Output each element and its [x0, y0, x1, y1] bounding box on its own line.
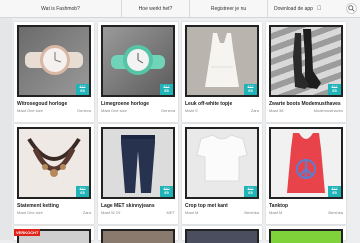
price-badge: €10 €5 — [160, 186, 173, 197]
price-badge: €12 €5 — [244, 84, 257, 95]
price-badge: €12 €5 — [244, 186, 257, 197]
old-price: €12 — [163, 85, 170, 89]
nav-link-register[interactable]: Registreer je nu — [190, 0, 268, 17]
listing-card[interactable]: €12 €5 Tanktop Maat M Bershka — [266, 124, 346, 224]
listing-size: Maat One size — [17, 210, 43, 215]
nav-link-how-it-works[interactable]: Hoe werkt het? — [122, 0, 190, 17]
listing-photo[interactable]: €12 €5 — [185, 25, 259, 97]
old-price: €12 — [247, 187, 254, 191]
download-app-label: Download de app — [274, 5, 313, 12]
listing-card[interactable]: €12 €5 Crop top met kant Maat M Bershka — [182, 124, 262, 224]
listing-card[interactable]: €12 €5 Limegroene horloge Maat One size … — [98, 22, 178, 122]
price-badge: €10 €5 — [76, 186, 89, 197]
listing-size: Maat 38 — [269, 108, 284, 113]
listing-size: Maat M — [185, 210, 199, 215]
current-price: €5 — [248, 190, 253, 195]
listing-title[interactable]: Zwarte boots Modemusthaves — [269, 101, 341, 107]
left-gutter — [0, 18, 12, 240]
listing-photo[interactable] — [269, 229, 343, 243]
listing-brand: MET — [166, 210, 175, 215]
listing-card[interactable]: €12 €5 Zwarte boots Modemusthaves Maat 3… — [266, 22, 346, 122]
listing-brand: Zara — [250, 108, 259, 113]
listing-title[interactable]: Crop top met kant — [185, 203, 228, 209]
price-badge: €12 €5 — [328, 84, 341, 95]
listing-title[interactable]: Lage MET skinnyjeans — [101, 203, 155, 209]
listing-photo[interactable] — [101, 229, 175, 243]
price-badge: €12 €5 — [160, 84, 173, 95]
listing-photo[interactable]: €12 €5 — [269, 25, 343, 97]
listing-brand: Geneva — [76, 108, 91, 113]
listing-card[interactable]: €10 €5 Statement ketting Maat One size Z… — [14, 124, 94, 224]
search-button[interactable] — [346, 3, 357, 14]
listing-card[interactable] — [266, 226, 346, 243]
listing-photo[interactable]: €12 €5 — [269, 127, 343, 199]
top-navigation-bar: Wat is Fashmob? Hoe werkt het? Registree… — [0, 0, 360, 18]
listing-photo[interactable]: €10 €5 — [101, 127, 175, 199]
listing-size: Maat S — [185, 108, 198, 113]
listing-title[interactable]: Tanktop — [269, 203, 288, 209]
listing-title[interactable]: Limegroene horloge — [101, 101, 149, 107]
listing-size: Maat One size — [101, 108, 127, 113]
old-price: €12 — [247, 85, 254, 89]
listing-title[interactable]: Leuk off-white topje — [185, 101, 232, 107]
listing-card[interactable] — [98, 226, 178, 243]
current-price: €5 — [164, 88, 169, 93]
current-price: €5 — [332, 88, 337, 93]
sold-badge: VERKOCHT — [14, 229, 41, 236]
listing-brand: Bershka — [328, 210, 343, 215]
apple-icon:  — [317, 6, 322, 12]
old-price: €12 — [79, 85, 86, 89]
listing-size: Maat One size — [17, 108, 43, 113]
old-price: €10 — [163, 187, 170, 191]
listing-card[interactable]: €12 €5 Witrosegoud horloge Maat One size… — [14, 22, 94, 122]
listing-brand: Geneva — [160, 108, 175, 113]
listing-title[interactable]: Statement ketting — [17, 203, 59, 209]
current-price: €5 — [248, 88, 253, 93]
listing-photo[interactable]: €12 €5 — [101, 25, 175, 97]
listing-photo[interactable]: €12 €5 — [185, 127, 259, 199]
old-price: €12 — [331, 85, 338, 89]
current-price: €5 — [80, 88, 85, 93]
listing-photo[interactable] — [185, 229, 259, 243]
listing-card[interactable] — [182, 226, 262, 243]
listing-card[interactable]: €10 €5 Lage MET skinnyjeans Maat W 29 ME… — [98, 124, 178, 224]
current-price: €5 — [332, 190, 337, 195]
listing-brand: Bershka — [244, 210, 259, 215]
listing-photo[interactable]: €10 €5 — [17, 127, 91, 199]
listing-card[interactable]: VERKOCHT — [14, 226, 94, 243]
listing-photo[interactable]: €12 €5 — [17, 25, 91, 97]
price-badge: €12 €5 — [76, 84, 89, 95]
listing-brand: Modemusthaves — [313, 108, 343, 113]
nav-link-what-is-fashmob[interactable]: Wat is Fashmob? — [0, 0, 122, 17]
old-price: €12 — [331, 187, 338, 191]
listing-brand: Zara — [82, 210, 91, 215]
search-icon — [348, 5, 355, 12]
price-badge: €12 €5 — [328, 186, 341, 197]
old-price: €10 — [79, 187, 86, 191]
listing-size: Maat W 29 — [101, 210, 121, 215]
listing-card[interactable]: €12 €5 Leuk off-white topje Maat S Zara — [182, 22, 262, 122]
listing-size: Maat M — [269, 210, 283, 215]
listing-title[interactable]: Witrosegoud horloge — [17, 101, 67, 107]
current-price: €5 — [164, 190, 169, 195]
current-price: €5 — [80, 190, 85, 195]
